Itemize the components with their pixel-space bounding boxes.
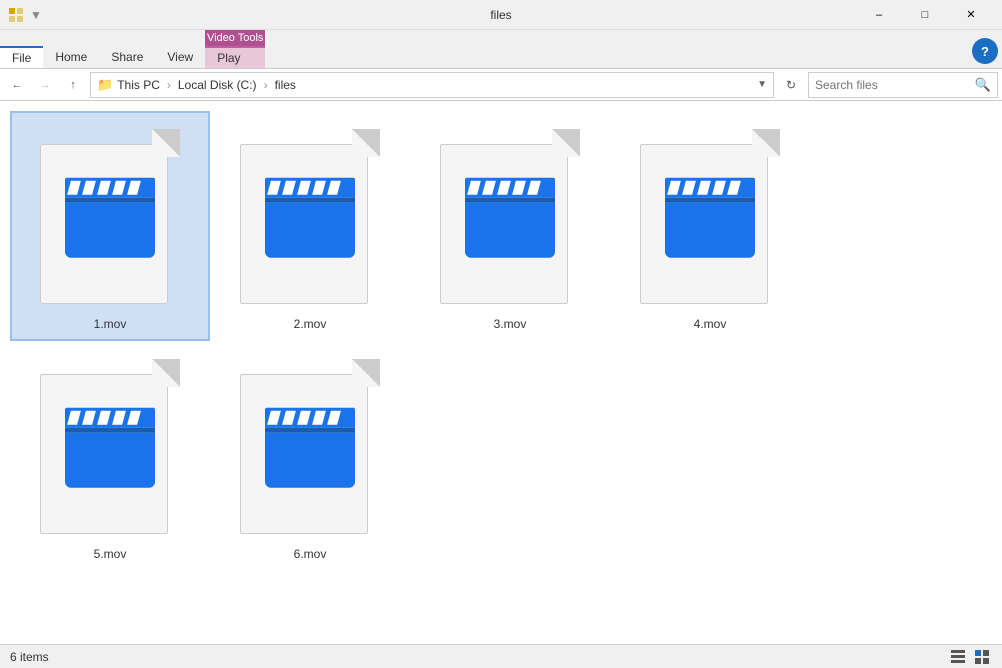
folder-icon: 📁 (97, 77, 113, 93)
window-title: files (490, 8, 511, 22)
mov-file-icon-2 (240, 129, 380, 304)
view-controls (948, 647, 992, 667)
ribbon: File Home Share View Video Tools Play ? (0, 30, 1002, 69)
file-name-4: 4.mov (694, 317, 727, 331)
address-field[interactable]: 📁 This PC › Local Disk (C:) › files ▼ (90, 72, 774, 98)
tab-view[interactable]: View (155, 46, 205, 68)
minimize-button[interactable]: – (856, 0, 902, 30)
details-view-button[interactable] (948, 647, 968, 667)
address-bar: ← → ↑ 📁 This PC › Local Disk (C:) › file… (0, 69, 1002, 101)
file-area: 1.mov (0, 101, 1002, 644)
file-grid: 1.mov (10, 111, 992, 571)
close-button[interactable]: ✕ (948, 0, 994, 30)
breadcrumb-local-disk[interactable]: Local Disk (C:) (178, 78, 257, 92)
title-bar-controls: – □ ✕ (856, 0, 994, 30)
maximize-button[interactable]: □ (902, 0, 948, 30)
help-button[interactable]: ? (972, 38, 998, 64)
nav-buttons: ← → ↑ (4, 72, 86, 98)
title-bar: ▼ files – □ ✕ (0, 0, 1002, 30)
forward-button[interactable]: → (32, 72, 58, 98)
mov-file-icon-6 (240, 359, 380, 534)
tab-home[interactable]: Home (43, 46, 99, 68)
status-item-count: 6 items (10, 650, 49, 664)
main-content: 1.mov (0, 101, 1002, 644)
mov-file-icon-5 (40, 359, 180, 534)
video-tools-label: Video Tools (205, 30, 265, 46)
breadcrumb-files[interactable]: files (275, 78, 296, 92)
window-icon (8, 7, 24, 23)
back-button[interactable]: ← (4, 72, 30, 98)
file-icon-wrap-3 (430, 121, 590, 311)
file-item-6[interactable]: 6.mov (210, 341, 410, 571)
file-icon-wrap-2 (230, 121, 390, 311)
quick-access-icon[interactable]: ▼ (28, 7, 44, 23)
breadcrumb-this-pc[interactable]: This PC (117, 78, 160, 92)
title-bar-icons: ▼ (8, 7, 44, 23)
tab-play[interactable]: Play (205, 46, 265, 68)
file-name-2: 2.mov (294, 317, 327, 331)
status-bar: 6 items (0, 644, 1002, 668)
search-icon[interactable]: 🔍 (975, 77, 991, 93)
file-item-2[interactable]: 2.mov (210, 111, 410, 341)
mov-file-icon-1 (40, 129, 180, 304)
file-icon-wrap-4 (630, 121, 790, 311)
large-icons-view-button[interactable] (972, 647, 992, 667)
breadcrumb-sep-1: › (167, 78, 171, 92)
file-item-1[interactable]: 1.mov (10, 111, 210, 341)
file-item-4[interactable]: 4.mov (610, 111, 810, 341)
breadcrumb-sep-2: › (264, 78, 268, 92)
file-item-5[interactable]: 5.mov (10, 341, 210, 571)
mov-file-icon-3 (440, 129, 580, 304)
file-name-3: 3.mov (494, 317, 527, 331)
address-dropdown-icon[interactable]: ▼ (757, 79, 767, 90)
up-button[interactable]: ↑ (60, 72, 86, 98)
tab-file[interactable]: File (0, 46, 43, 68)
file-icon-wrap-5 (30, 351, 190, 541)
file-item-3[interactable]: 3.mov (410, 111, 610, 341)
file-name-6: 6.mov (294, 547, 327, 561)
file-icon-wrap-6 (230, 351, 390, 541)
tab-share[interactable]: Share (99, 46, 155, 68)
file-name-5: 5.mov (94, 547, 127, 561)
file-icon-wrap-1 (30, 121, 190, 311)
file-name-1: 1.mov (94, 317, 127, 331)
mov-file-icon-4 (640, 129, 780, 304)
refresh-button[interactable]: ↻ (778, 72, 804, 98)
search-box[interactable]: 🔍 (808, 72, 998, 98)
search-input[interactable] (815, 78, 971, 92)
